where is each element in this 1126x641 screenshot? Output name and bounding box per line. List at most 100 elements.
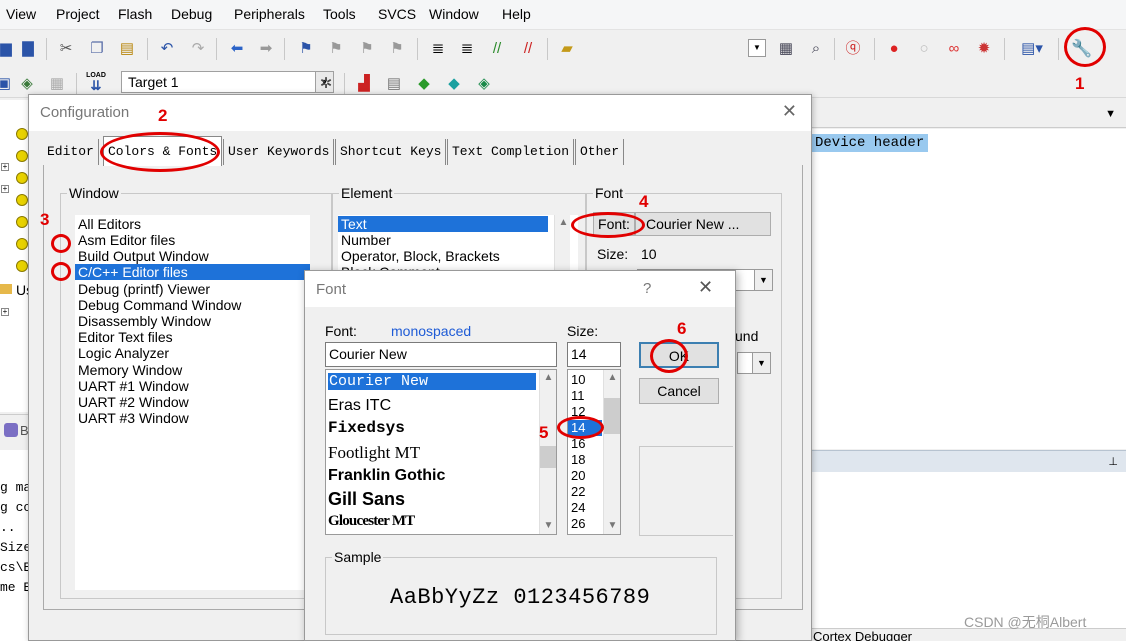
menu-project[interactable]: Project [56,6,100,22]
find-combo-dropdown[interactable]: ▼ [748,39,766,57]
expand-icon[interactable]: + [1,308,9,316]
font-face-item[interactable]: Gloucester MT [328,513,415,530]
font-face-scrollbar[interactable]: ▲ ▼ [539,370,556,534]
element-list-item[interactable]: Operator, Block, Brackets [338,248,578,264]
window-list-item[interactable]: UART #2 Window [75,394,310,410]
close-icon[interactable]: ✕ [782,101,797,122]
download-icon[interactable]: LOAD ⇊ [84,69,108,95]
unindent-icon[interactable]: ≣ [457,38,477,58]
file-node-icon[interactable] [16,150,28,162]
window-list-item[interactable]: Asm Editor files [75,232,310,248]
manage-project-items-icon[interactable]: ▤ [384,73,404,93]
font-name-display[interactable]: Courier New ... [635,212,771,236]
element-list-item-selected[interactable]: Text [338,216,548,232]
file-node-icon[interactable] [16,216,28,228]
breakpoint-icon[interactable]: ● [884,38,904,58]
scroll-up-icon[interactable]: ▲ [540,370,556,386]
books-tab[interactable]: B [0,414,30,446]
run-time-environment-icon[interactable]: ◈ [474,73,494,93]
font-name-input[interactable]: Courier New [325,342,557,367]
window-list-item[interactable]: All Editors [75,216,310,232]
bookmark-icon[interactable]: ⚑ [296,38,316,58]
font-face-item[interactable]: Footlight MT [328,443,420,463]
incremental-find-icon[interactable]: ⌕ [806,38,826,58]
font-face-item[interactable]: Fixedsys [328,419,405,437]
disable-breakpoint-icon[interactable]: ○ [914,38,934,58]
tab-list-dropdown-icon[interactable]: ▼ [1105,108,1116,120]
color-combo[interactable]: ▼ [737,352,771,374]
save-icon[interactable]: ▆ [0,38,16,58]
pin-icon[interactable]: ⊥ [1108,455,1118,468]
debug-session-icon[interactable]: ⓠ [843,38,863,58]
window-layout-icon[interactable]: ▤▾ [1014,38,1050,58]
file-node-icon[interactable] [16,260,28,272]
window-list-item[interactable]: Disassembly Window [75,313,310,329]
disable-all-breakpoints-icon[interactable]: ∞ [944,38,964,58]
target-select[interactable]: Target 1 ▼ [121,71,334,93]
menu-flash[interactable]: Flash [118,6,152,22]
save-all-icon[interactable]: ▇ [18,38,38,58]
next-bookmark-icon[interactable]: ⚑ [357,38,377,58]
kill-breakpoints-icon[interactable]: ✹ [974,38,994,58]
scroll-down-icon[interactable]: ▼ [604,518,620,534]
target-options-icon[interactable]: ✲ [316,73,336,93]
window-list-item-selected[interactable]: C/C++ Editor files [75,264,310,280]
translate-icon[interactable]: ▣ [0,73,14,93]
cancel-button[interactable]: Cancel [639,378,719,404]
manage-components-icon[interactable]: ▟ [354,73,374,93]
element-list-item[interactable]: Number [338,232,578,248]
window-list-item[interactable]: Editor Text files [75,329,310,345]
scroll-up-icon[interactable]: ▲ [555,215,572,231]
menu-window[interactable]: Window [429,6,479,22]
menu-svcs[interactable]: SVCS [378,6,416,22]
scrollbar-thumb[interactable] [604,398,620,434]
copy-icon[interactable]: ❐ [87,38,107,58]
tab-shortcut-keys[interactable]: Shortcut Keys [335,139,447,165]
redo-icon[interactable]: ↷ [188,38,208,58]
font-face-list[interactable]: Courier New Eras ITC Fixedsys Footlight … [325,369,557,535]
element-list[interactable]: Text Number Operator, Block, Brackets Bl… [338,215,578,273]
uncomment-icon[interactable]: // [518,38,538,58]
menu-tools[interactable]: Tools [323,6,356,22]
select-software-packs-icon[interactable]: ◆ [444,73,464,93]
window-list-item[interactable]: UART #1 Window [75,378,310,394]
window-list-item[interactable]: Logic Analyzer [75,345,310,361]
tab-editor[interactable]: Editor [43,139,99,165]
window-list[interactable]: All Editors Asm Editor files Build Outpu… [75,215,310,590]
pack-installer-icon[interactable]: ◆ [414,73,434,93]
window-list-item[interactable]: Debug (printf) Viewer [75,281,310,297]
font-face-item[interactable]: Franklin Gothic [328,467,445,485]
expand-icon[interactable]: + [1,185,9,193]
file-node-icon[interactable] [16,194,28,206]
forward-icon[interactable]: ➡ [256,38,276,58]
window-list-item[interactable]: Memory Window [75,362,310,378]
size-list[interactable]: 10 11 12 14 16 18 20 22 24 26 ▲ ▼ [567,369,621,535]
font-face-item-selected[interactable]: Courier New [328,373,536,390]
paste-icon[interactable]: ▤ [117,38,137,58]
file-node-icon[interactable] [16,238,28,250]
back-icon[interactable]: ⬅ [227,38,247,58]
comment-icon[interactable]: // [487,38,507,58]
element-list-scrollbar[interactable]: ▲ [554,215,570,273]
font-face-item[interactable]: Eras ITC [328,397,391,415]
cut-icon[interactable]: ✂ [56,38,76,58]
menu-debug[interactable]: Debug [171,6,212,22]
find-icon[interactable]: ▦ [776,38,796,58]
code-editor[interactable]: Device header [805,129,1126,449]
rebuild-icon[interactable]: ▦ [47,73,67,93]
scrollbar-thumb[interactable] [540,446,556,468]
size-input[interactable]: 14 [567,342,621,367]
find-in-files-icon[interactable]: ▰ [557,38,577,58]
window-list-item[interactable]: Build Output Window [75,248,310,264]
window-list-item[interactable]: UART #3 Window [75,410,310,426]
tab-user-keywords[interactable]: User Keywords [223,139,335,165]
menu-help[interactable]: Help [502,6,531,22]
menu-peripherals[interactable]: Peripherals [234,6,305,22]
prev-bookmark-icon[interactable]: ⚑ [326,38,346,58]
scroll-down-icon[interactable]: ▼ [540,518,556,534]
expand-icon[interactable]: + [1,163,9,171]
font-face-item[interactable]: Gill Sans [328,489,405,510]
menu-view[interactable]: View [6,6,36,22]
undo-icon[interactable]: ↶ [157,38,177,58]
size-list-scrollbar[interactable]: ▲ ▼ [603,370,620,534]
